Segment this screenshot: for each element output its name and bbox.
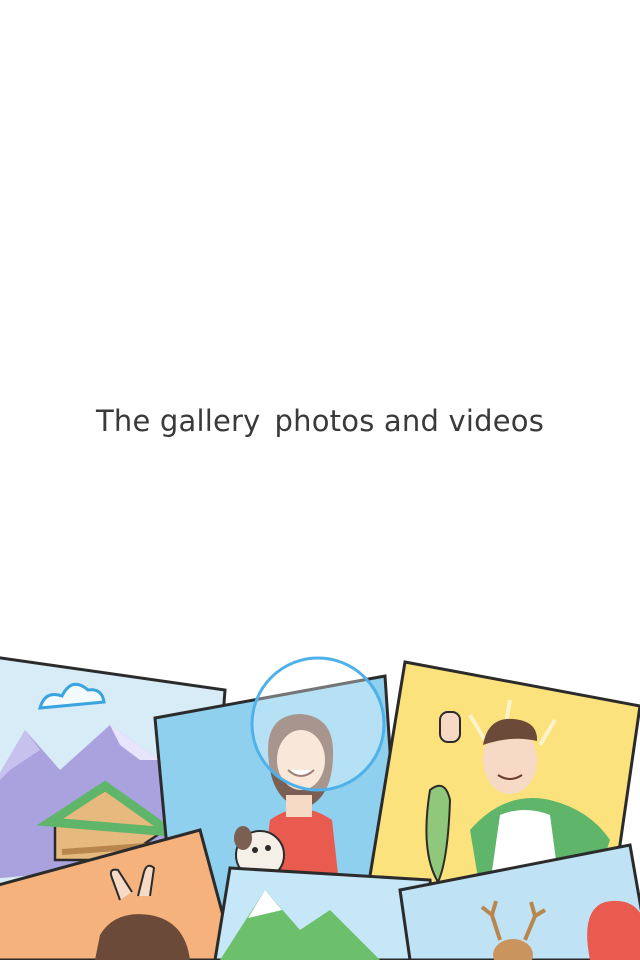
caption-title: The gallery — [95, 404, 261, 438]
onboarding-caption: The gallery photos and videos — [0, 404, 640, 438]
caption-subtitle: photos and videos — [274, 404, 545, 438]
face-focus-circle-icon — [250, 656, 386, 792]
gallery-illustration — [0, 656, 640, 960]
